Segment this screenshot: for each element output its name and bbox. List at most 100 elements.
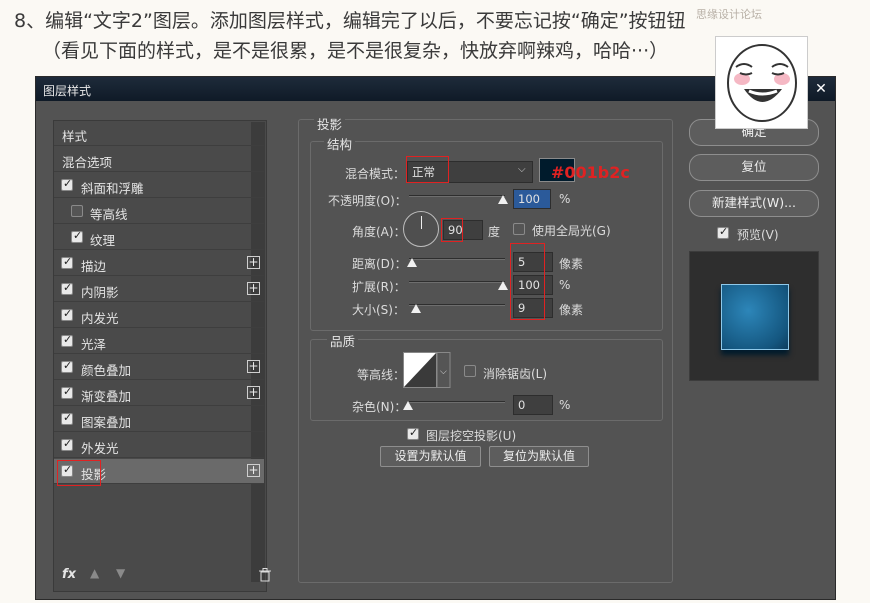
noise-label: 杂色(N)： [352, 400, 407, 414]
style-item-label: 颜色叠加 [81, 363, 132, 378]
style-item-stroke[interactable]: 描边 + [54, 251, 264, 276]
checkbox[interactable] [61, 385, 73, 399]
style-item-label: 内阴影 [81, 285, 119, 300]
angle-dial-needle [421, 216, 422, 229]
angle-dial[interactable] [403, 211, 439, 247]
caption-line-2: （看见下面的样式，是不是很累，是不是很复杂，快放弃啊辣鸡，哈哈···） [42, 40, 669, 62]
add-icon[interactable]: + [247, 282, 260, 295]
distance-slider-thumb[interactable] [407, 258, 417, 267]
blend-options-item[interactable]: 混合选项 [54, 147, 264, 172]
trash-icon[interactable] [259, 568, 271, 582]
preview-label: 预览(V) [737, 228, 779, 242]
style-item-label: 斜面和浮雕 [81, 181, 144, 196]
svg-text:⌵: ⌵ [440, 367, 447, 377]
blend-options-label: 混合选项 [62, 155, 113, 170]
add-icon[interactable]: + [247, 464, 260, 477]
style-item-bevel[interactable]: 斜面和浮雕 [54, 173, 264, 198]
set-default-button[interactable]: 设置为默认值 [380, 446, 481, 467]
reset-button[interactable]: 复位 [689, 154, 819, 181]
styles-toolbar: fx ▲ ▼ [54, 561, 271, 591]
styles-header[interactable]: 样式 [54, 121, 264, 146]
size-label: 大小(S)： [352, 303, 405, 317]
size-slider-thumb[interactable] [411, 304, 421, 313]
move-down-icon[interactable]: ▼ [116, 566, 125, 580]
noise-unit: % [559, 398, 571, 412]
fx-icon[interactable]: fx [62, 567, 76, 582]
antialias-label: 消除锯齿(L) [483, 367, 548, 381]
add-icon[interactable]: + [247, 256, 260, 269]
add-icon[interactable]: + [247, 360, 260, 373]
style-item-inner-glow[interactable]: 内发光 [54, 303, 264, 328]
watermark: 思缘设计论坛 [696, 8, 762, 21]
style-item-outer-glow[interactable]: 外发光 [54, 433, 264, 458]
style-item-gradient-overlay[interactable]: 渐变叠加 + [54, 381, 264, 406]
contour-picker[interactable]: ⌵ [403, 352, 451, 388]
size-slider-track[interactable] [409, 304, 505, 306]
style-item-label: 光泽 [81, 337, 107, 352]
distance-slider-track[interactable] [409, 258, 505, 260]
styles-header-label: 样式 [62, 129, 88, 144]
new-style-button[interactable]: 新建样式(W)... [689, 190, 819, 217]
highlight-box [406, 156, 449, 183]
distance-label: 距离(D)： [352, 257, 407, 271]
preview-swatch [721, 284, 789, 350]
global-light-label: 使用全局光(G) [532, 224, 611, 238]
global-light-checkbox[interactable] [513, 223, 525, 235]
meme-face-image [715, 36, 808, 129]
knockout-checkbox[interactable] [407, 426, 419, 440]
add-icon[interactable]: + [247, 386, 260, 399]
angle-label: 角度(A)： [352, 225, 406, 239]
checkbox[interactable] [61, 437, 73, 451]
style-item-contour[interactable]: 等高线 [54, 199, 264, 224]
preview-checkbox[interactable] [717, 225, 729, 239]
style-item-label: 内发光 [81, 311, 119, 326]
checkbox[interactable] [61, 177, 73, 191]
style-item-satin[interactable]: 光泽 [54, 329, 264, 354]
opacity-label: 不透明度(O)： [328, 194, 407, 208]
move-up-icon[interactable]: ▲ [90, 566, 99, 580]
spread-unit: % [559, 278, 571, 292]
style-item-label: 渐变叠加 [81, 389, 132, 404]
style-item-label: 纹理 [90, 233, 116, 248]
dialog-title: 图层样式 [43, 84, 92, 98]
caption-line-1: 8、编辑“文字2”图层。添加图层样式，编辑完了以后，不要忘记按“确定”按钮钮 [14, 10, 686, 32]
preview-box [689, 251, 819, 381]
checkbox[interactable] [71, 205, 83, 217]
style-item-texture[interactable]: 纹理 [54, 225, 264, 250]
spread-label: 扩展(R)： [352, 280, 406, 294]
style-item-inner-shadow[interactable]: 内阴影 + [54, 277, 264, 302]
antialias-checkbox[interactable] [464, 365, 476, 377]
highlight-box [510, 243, 545, 320]
checkbox[interactable] [61, 281, 73, 295]
style-item-label: 等高线 [90, 207, 128, 222]
style-item-label: 外发光 [81, 441, 119, 456]
layer-style-dialog: 图层样式 ✕ 样式 混合选项 斜面和浮雕 等高线 纹理 描边 + 内阴影 + 内发光… [35, 76, 836, 600]
reset-default-button[interactable]: 复位为默认值 [489, 446, 589, 467]
angle-unit: 度 [488, 225, 501, 239]
knockout-label: 图层挖空投影(U) [426, 429, 517, 443]
chevron-down-icon: ⌵ [518, 164, 526, 175]
checkbox[interactable] [61, 359, 73, 373]
noise-input[interactable]: 0 [513, 395, 553, 415]
checkbox[interactable] [61, 333, 73, 347]
opacity-slider-thumb[interactable] [498, 195, 508, 204]
size-unit: 像素 [559, 303, 584, 317]
color-annotation: #001b2c [551, 163, 630, 182]
style-item-color-overlay[interactable]: 颜色叠加 + [54, 355, 264, 380]
checkbox[interactable] [61, 307, 73, 321]
checkbox[interactable] [61, 411, 73, 425]
noise-slider-thumb[interactable] [403, 401, 413, 410]
checkbox[interactable] [71, 229, 83, 243]
distance-unit: 像素 [559, 257, 584, 271]
close-icon[interactable]: ✕ [811, 80, 831, 98]
quality-heading: 品质 [327, 331, 359, 350]
spread-slider-thumb[interactable] [498, 281, 508, 290]
opacity-input[interactable]: 100 [513, 189, 551, 209]
spread-slider-track[interactable] [409, 281, 505, 283]
highlight-box [57, 460, 101, 486]
noise-slider-track[interactable] [409, 401, 505, 403]
opacity-slider-track[interactable] [409, 195, 505, 197]
checkbox[interactable] [61, 255, 73, 269]
blend-mode-label: 混合模式： [345, 167, 406, 181]
style-item-pattern-overlay[interactable]: 图案叠加 [54, 407, 264, 432]
